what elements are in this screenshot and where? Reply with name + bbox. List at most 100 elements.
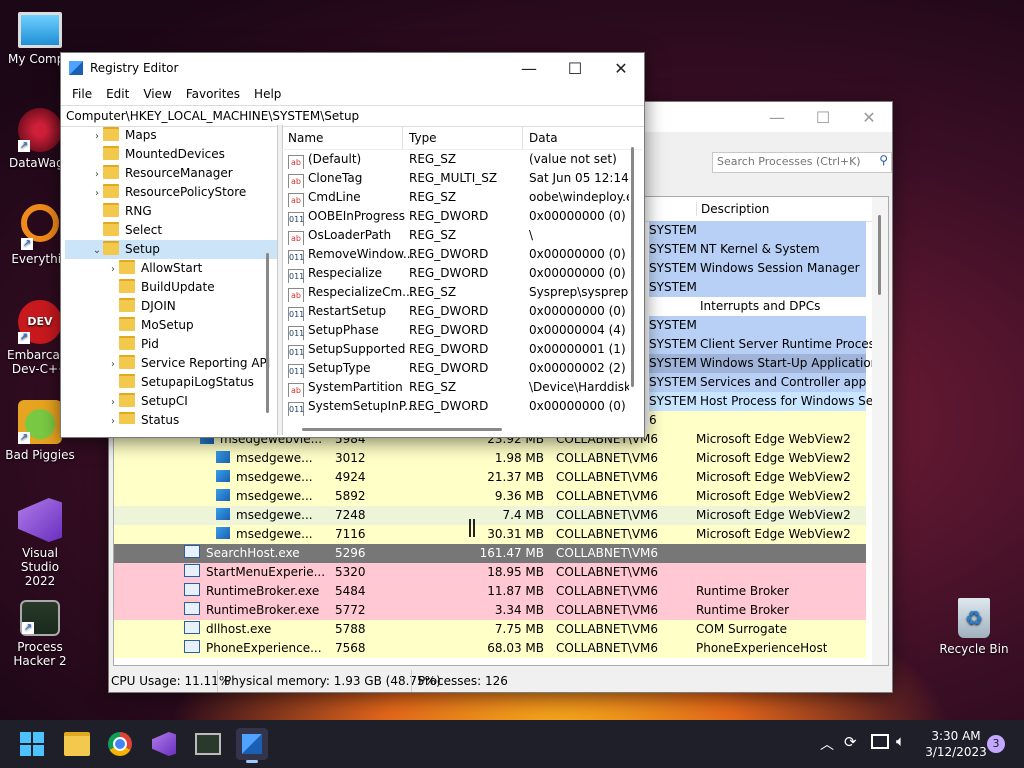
tree-key-item[interactable]: BuildUpdate [65,278,277,297]
registry-value-row[interactable]: ab SystemPartition REG_SZ \Device\HarddiskV [282,378,642,397]
search-input[interactable] [713,153,867,170]
show-hidden-icons-chevron-icon[interactable]: ︿ [820,734,834,754]
maximize-button[interactable]: ☐ [800,102,846,132]
registry-value-row[interactable]: ab OsLoaderPath REG_SZ \ [282,226,642,245]
close-button[interactable]: ✕ [846,102,892,132]
registry-value-row[interactable]: ab RespecializeCm... REG_SZ Sysprep\sysprep… [282,283,642,302]
tree-key-item[interactable]: Pid [65,335,277,354]
menu-file[interactable]: File [65,87,99,101]
display-icon[interactable] [871,734,889,749]
column-type[interactable]: Type [402,127,437,149]
process-row[interactable]: RuntimeBroker.exe 5484 11.87 MB COLLABNET\V… [114,582,866,601]
column-data[interactable]: Data [522,127,558,149]
process-row[interactable]: msedgewe... 4924 21.37 MB COLLABNET\VM6 Micr… [114,468,866,487]
process-row[interactable]: 6 [649,411,866,430]
process-row[interactable]: SYSTEM Client Server Runtime Process [649,335,881,354]
menu-help[interactable]: Help [247,87,288,101]
desktop-icon-visual-studio[interactable]: Visual Studio 2022 [0,498,80,588]
tree-expander-icon[interactable]: › [91,165,103,183]
registry-value-row[interactable]: ab CmdLine REG_SZ oobe\windeploy.e [282,188,642,207]
process-row[interactable]: PhoneExperience... 7568 68.03 MB COLLABNET\… [114,639,866,658]
network-sync-icon[interactable]: ⟳ [844,733,857,751]
tree-key-item[interactable]: › ResourcePolicyStore [65,183,277,202]
menu-edit[interactable]: Edit [99,87,136,101]
vertical-scrollbar[interactable] [872,197,888,665]
tree-key-item[interactable]: › Maps [65,127,277,145]
taskbar-visual-studio[interactable] [148,728,180,760]
minimize-button[interactable]: — [506,53,552,83]
taskbar-registry-editor[interactable] [236,728,268,763]
tree-key-item[interactable]: › SetupCI [65,392,277,411]
maximize-button[interactable]: ☐ [552,53,598,83]
tree-key-item[interactable]: DJOIN [65,297,277,316]
registry-editor-titlebar[interactable]: Registry Editor — ☐ ✕ [61,53,644,83]
tree-key-item[interactable]: SetupapiLogStatus [65,373,277,392]
process-row[interactable]: SYSTEM [649,316,866,335]
process-row[interactable]: Interrupts and DPCs [649,297,866,316]
tree-expander-icon[interactable]: › [107,393,119,411]
tree-key-item[interactable]: › Status [65,411,277,424]
registry-value-row[interactable]: ab (Default) REG_SZ (value not set) [282,150,642,169]
address-path[interactable]: Computer\HKEY_LOCAL_MACHINE\SYSTEM\Setup [66,109,359,123]
search-icon[interactable]: ⚲ [879,153,888,167]
address-bar[interactable]: Computer\HKEY_LOCAL_MACHINE\SYSTEM\Setup [61,105,644,127]
key-tree-pane[interactable]: › Maps MountedDevices › ResourceManager › Reso… [65,127,277,424]
process-row[interactable]: SYSTEM Host Process for Windows Ser... [649,392,888,411]
tree-key-item[interactable]: › AllowStart [65,259,277,278]
process-row[interactable]: SearchHost.exe 5296 161.47 MB COLLABNET\VM6 [114,544,866,563]
tree-expander-icon[interactable]: › [107,260,119,278]
values-hscrollbar[interactable] [302,428,502,431]
desktop-icon-recycle-bin[interactable]: ♻ Recycle Bin [934,598,1014,656]
start-button[interactable] [16,728,48,760]
notification-badge[interactable]: 3 [987,735,1005,753]
process-row[interactable]: SYSTEM NT Kernel & System [649,240,866,259]
registry-editor-window[interactable]: Registry Editor — ☐ ✕ File Edit View Fav… [60,52,645,438]
values-vscrollbar[interactable] [631,147,634,387]
process-row[interactable]: SYSTEM Windows Start-Up Application [649,354,878,373]
taskbar-chrome[interactable] [104,728,136,760]
taskbar-process-hacker[interactable] [192,728,224,760]
registry-value-row[interactable]: 011 SystemSetupInP... REG_DWORD 0x00000000 … [282,397,642,416]
registry-value-row[interactable]: ab CloneTag REG_MULTI_SZ Sat Jun 05 12:14:2… [282,169,642,188]
taskbar-file-explorer[interactable] [61,728,93,760]
column-name[interactable]: Name [288,127,323,149]
menu-favorites[interactable]: Favorites [179,87,247,101]
tree-expander-icon[interactable]: › [91,127,103,145]
process-row[interactable]: dllhost.exe 5788 7.75 MB COLLABNET\VM6 COM S… [114,620,866,639]
process-row[interactable]: StartMenuExperie... 5320 18.95 MB COLLABNET… [114,563,866,582]
tree-expander-icon[interactable]: › [107,412,119,424]
process-row[interactable]: SYSTEM [649,221,866,240]
tree-scrollbar[interactable] [266,253,269,413]
process-row[interactable]: SYSTEM Windows Session Manager [649,259,866,278]
menu-view[interactable]: View [136,87,178,101]
tree-key-item[interactable]: RNG [65,202,277,221]
registry-value-row[interactable]: 011 RestartSetup REG_DWORD 0x00000000 (0) [282,302,642,321]
process-row[interactable]: msedgewe... 5892 9.36 MB COLLABNET\VM6 Micro… [114,487,866,506]
tree-expander-icon[interactable]: › [107,355,119,373]
process-row[interactable]: SYSTEM [649,278,866,297]
tree-key-item[interactable]: ⌄ Setup [65,240,277,259]
tree-expander-icon[interactable]: ⌄ [91,241,103,259]
process-row[interactable]: RuntimeBroker.exe 5772 3.34 MB COLLABNET\VM… [114,601,866,620]
values-pane[interactable]: Name Type Data ab (Default) REG_SZ (value n… [282,127,642,433]
process-row[interactable]: msedgewe... 7248 7.4 MB COLLABNET\VM6 Micros… [114,506,866,525]
column-header-description[interactable]: Description [696,202,769,216]
registry-value-row[interactable]: 011 OOBEInProgress REG_DWORD 0x00000000 (0) [282,207,642,226]
clock[interactable]: 3:30 AM 3/12/2023 [925,728,987,760]
tree-key-item[interactable]: MountedDevices [65,145,277,164]
minimize-button[interactable]: — [754,102,800,132]
registry-value-row[interactable]: 011 SetupType REG_DWORD 0x00000002 (2) [282,359,642,378]
process-row[interactable]: msedgewe... 7116 30.31 MB COLLABNET\VM6 Micr… [114,525,866,544]
tree-key-item[interactable]: › ResourceManager [65,164,277,183]
registry-value-row[interactable]: 011 SetupSupported REG_DWORD 0x00000001 (1) [282,340,642,359]
registry-value-row[interactable]: 011 RemoveWindow... REG_DWORD 0x00000000 (0… [282,245,642,264]
registry-value-row[interactable]: 011 Respecialize REG_DWORD 0x00000000 (0) [282,264,642,283]
close-button[interactable]: ✕ [598,53,644,83]
registry-value-row[interactable]: 011 SetupPhase REG_DWORD 0x00000004 (4) [282,321,642,340]
process-row[interactable]: msedgewe... 3012 1.98 MB COLLABNET\VM6 Micro… [114,449,866,468]
desktop-icon-process-hacker[interactable]: ↗ Process Hacker 2 [0,600,80,668]
tree-key-item[interactable]: Select [65,221,277,240]
tree-expander-icon[interactable]: › [91,184,103,202]
search-box[interactable]: ⚲ [712,152,892,173]
scrollbar-thumb[interactable] [878,215,881,295]
